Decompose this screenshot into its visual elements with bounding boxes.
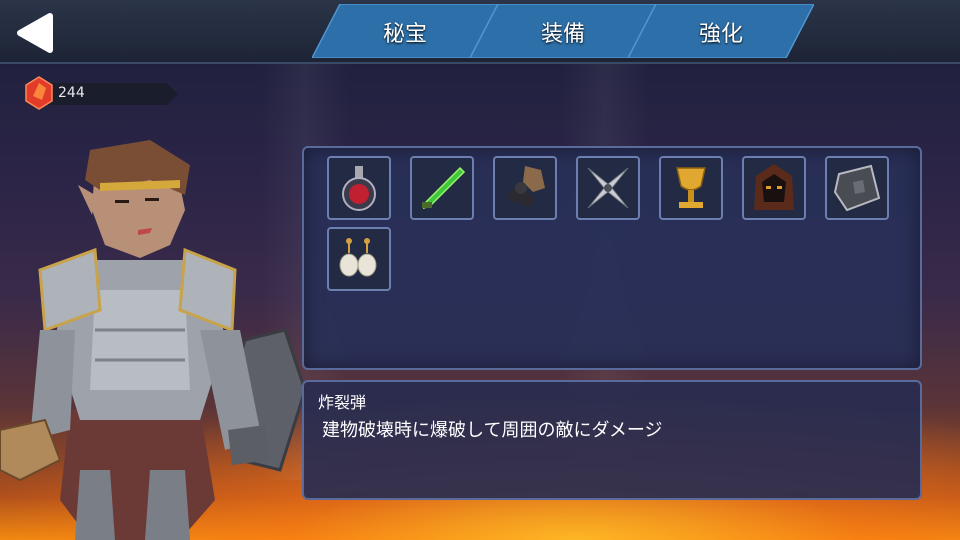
green-poison-dagger-icon bbox=[422, 166, 466, 210]
back-arrow-icon bbox=[17, 13, 53, 53]
item-slot[interactable] bbox=[327, 227, 391, 291]
item-slot[interactable] bbox=[659, 156, 723, 220]
hooded-mask-icon bbox=[754, 164, 794, 210]
tab-upgrade[interactable]: 強化 bbox=[628, 4, 814, 58]
currency-amount: 244 bbox=[58, 85, 85, 101]
item-slot[interactable] bbox=[742, 156, 806, 220]
item-description-text: 建物破壊時に爆破して周囲の敵にダメージ bbox=[322, 420, 663, 441]
red-gem-icon bbox=[25, 76, 53, 110]
item-inventory-panel bbox=[302, 146, 922, 370]
item-slot[interactable] bbox=[327, 156, 391, 220]
item-name: 炸裂弾 bbox=[318, 393, 367, 412]
back-button[interactable] bbox=[14, 12, 56, 54]
item-description-panel: 炸裂弾 建物破壊時に爆破して周囲の敵にダメージ bbox=[302, 380, 922, 500]
item-slot[interactable] bbox=[576, 156, 640, 220]
item-slot[interactable] bbox=[493, 156, 557, 220]
cannonball-sack-icon bbox=[508, 166, 545, 207]
throwing-star-icon bbox=[587, 167, 629, 209]
tab-upgrade-label: 強化 bbox=[698, 22, 743, 47]
pearl-earrings-icon bbox=[339, 238, 377, 277]
item-slot[interactable] bbox=[825, 156, 889, 220]
knight-character bbox=[0, 140, 307, 540]
tower-shield-icon bbox=[833, 164, 881, 212]
golden-chalice-icon bbox=[676, 167, 706, 208]
top-bar: 秘宝 装備 強化 bbox=[0, 0, 960, 64]
bomb-potion-icon bbox=[342, 166, 376, 211]
item-slot[interactable] bbox=[410, 156, 474, 220]
